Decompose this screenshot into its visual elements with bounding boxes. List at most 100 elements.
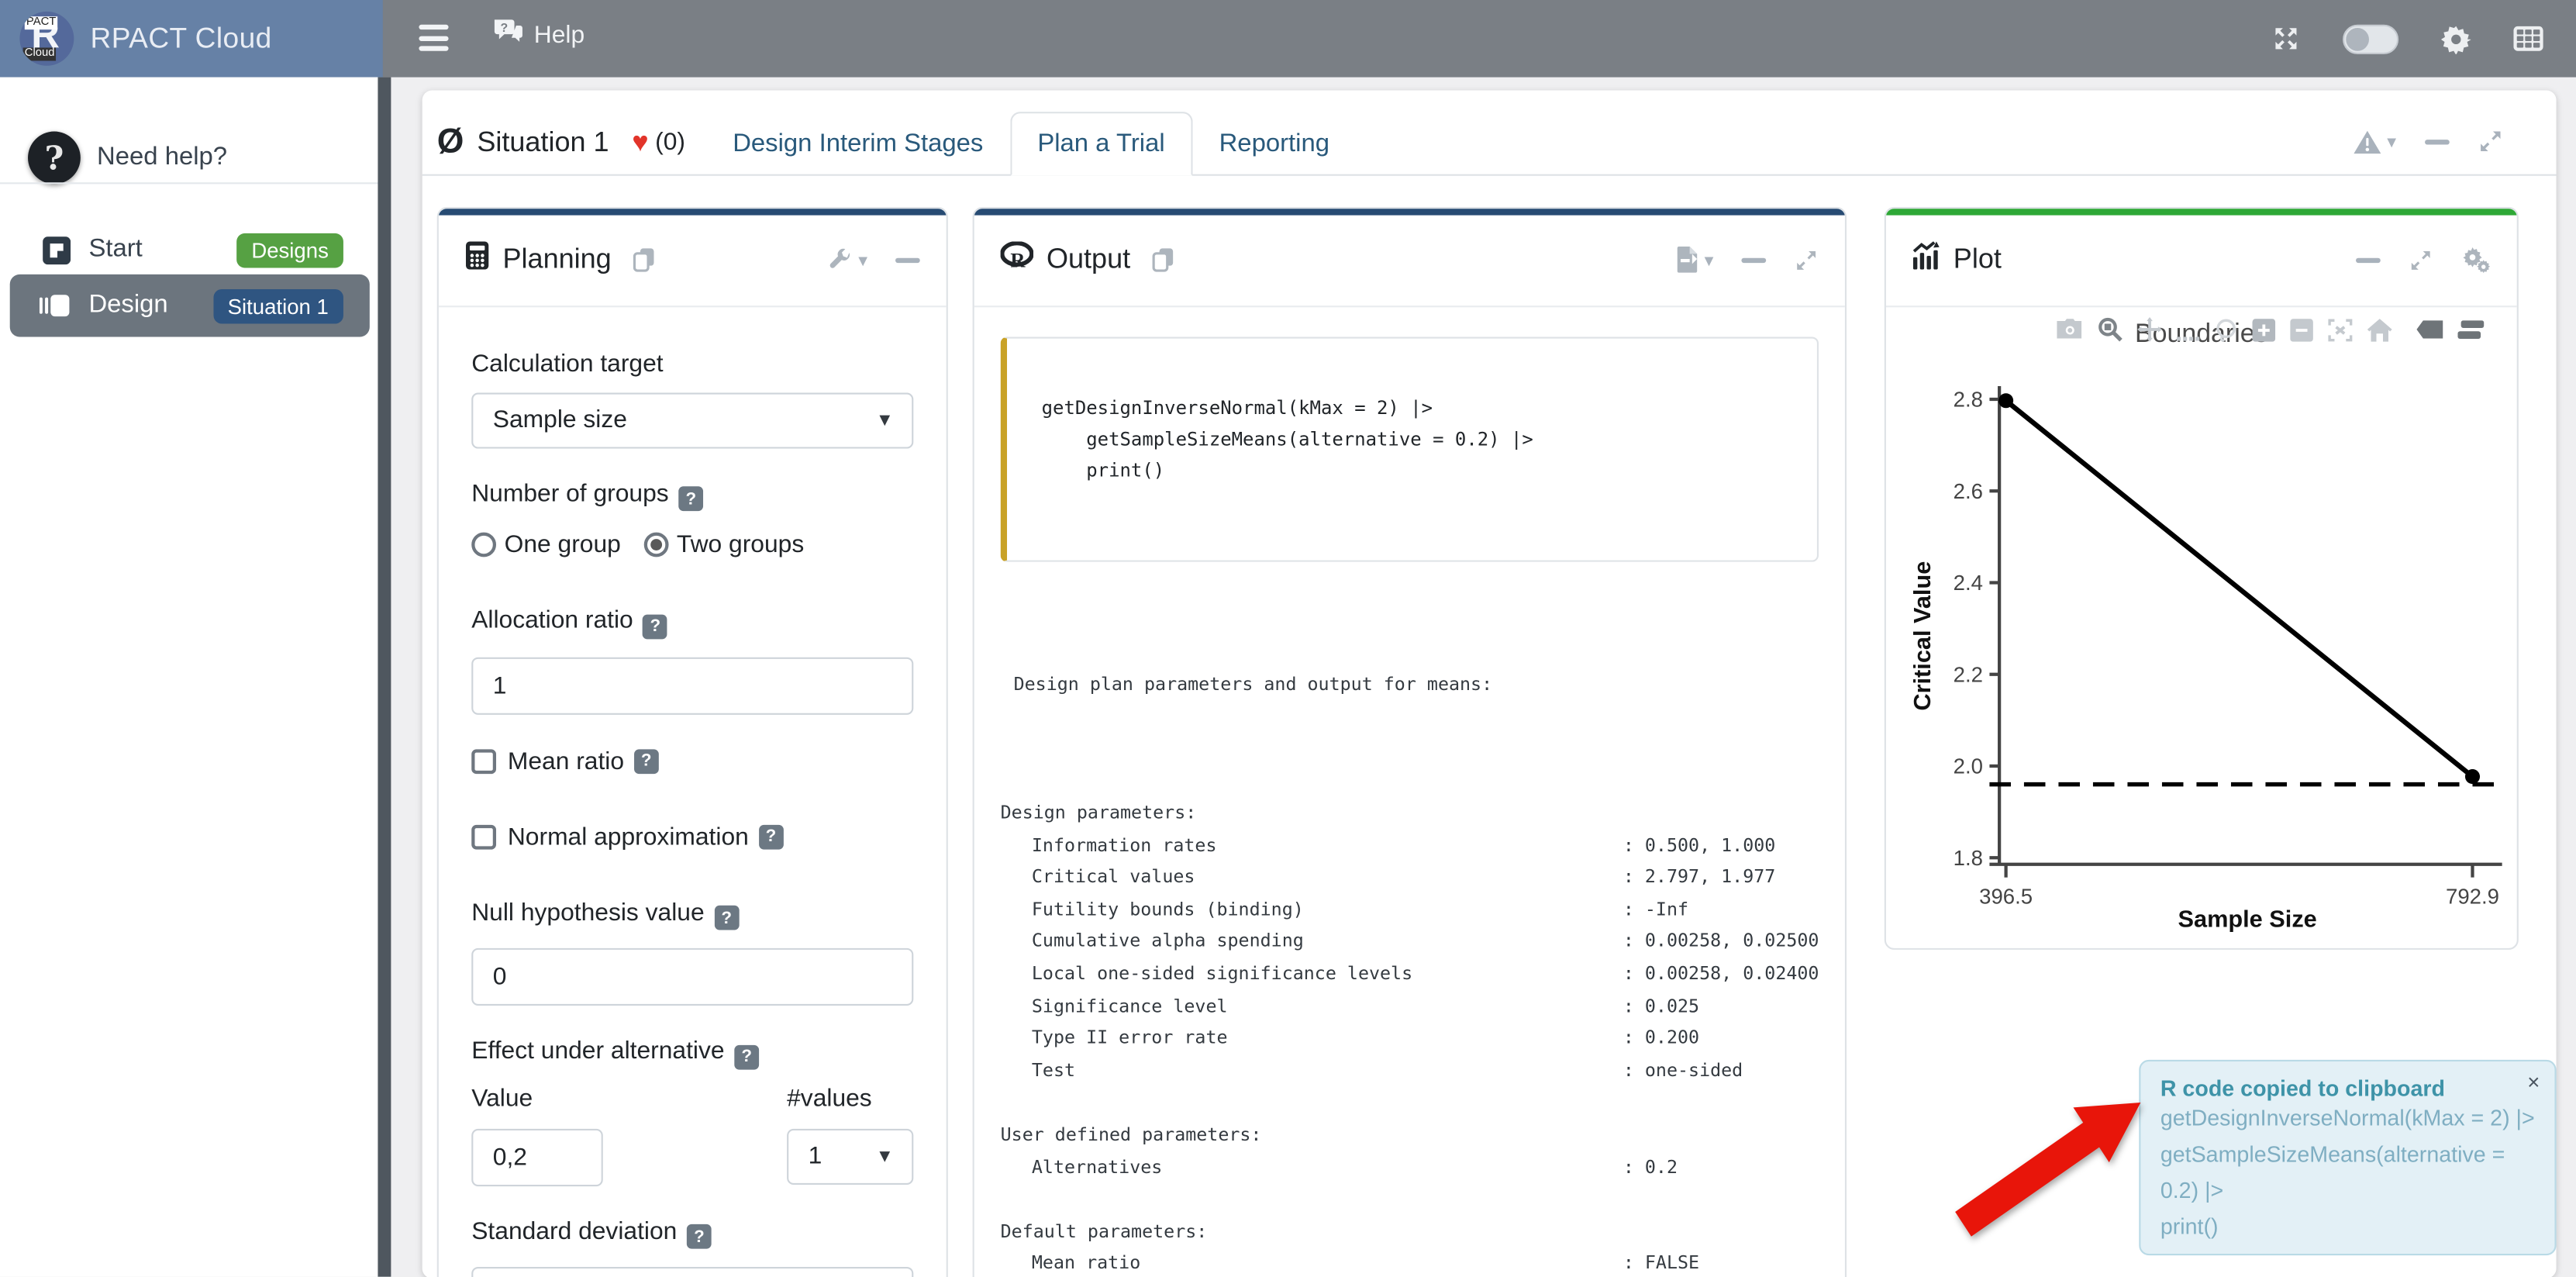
box-select-icon[interactable] bbox=[2177, 318, 2200, 341]
null-hypothesis-input[interactable] bbox=[471, 948, 913, 1006]
panel-title: Output bbox=[1047, 243, 1130, 276]
num-values-select[interactable]: 1 ▼ bbox=[787, 1128, 913, 1184]
radio-two-groups-label: Two groups bbox=[677, 531, 804, 559]
effect-under-alternative-label: Effect under alternative bbox=[471, 1037, 724, 1065]
mean-ratio-checkbox[interactable] bbox=[471, 748, 496, 773]
workspace-actions: ▾ bbox=[2353, 128, 2503, 154]
zoom-in-icon[interactable] bbox=[2253, 318, 2276, 341]
pan-icon[interactable] bbox=[2137, 317, 2162, 342]
toast-line: 0.2) |> bbox=[2160, 1173, 2535, 1210]
planning-header: Planning ▾ bbox=[439, 215, 947, 307]
output-section-title: User defined parameters: bbox=[1001, 1119, 1819, 1151]
tab-plan-a-trial[interactable]: Plan a Trial bbox=[1009, 112, 1192, 176]
num-values-label: #values bbox=[787, 1084, 913, 1112]
design-icon bbox=[40, 292, 71, 319]
empty-set-icon: Ø bbox=[437, 125, 464, 160]
fullscreen-arrows-icon[interactable] bbox=[2272, 25, 2300, 53]
designs-badge: Designs bbox=[236, 233, 343, 267]
autoscale-icon[interactable] bbox=[2328, 318, 2353, 341]
tab-reporting[interactable]: Reporting bbox=[1193, 112, 1356, 176]
allocation-ratio-input[interactable] bbox=[471, 657, 913, 714]
help-badge-icon[interactable]: ? bbox=[687, 1224, 712, 1249]
sidebar-scrollbar[interactable] bbox=[378, 78, 391, 1277]
close-icon[interactable]: × bbox=[2527, 1070, 2540, 1095]
expand-workspace-button[interactable] bbox=[2477, 128, 2503, 154]
svg-text:2.8: 2.8 bbox=[1954, 388, 1983, 412]
home-icon[interactable] bbox=[2367, 318, 2392, 341]
output-body: getDesignInverseNormal(kMax = 2) |> getS… bbox=[974, 306, 1845, 1277]
help-badge-icon[interactable]: ? bbox=[643, 614, 667, 639]
expand-output-button[interactable] bbox=[1794, 247, 1819, 272]
help-badge-icon[interactable]: ? bbox=[759, 824, 784, 849]
output-section-title: Design parameters: bbox=[1001, 797, 1819, 830]
collapse-planning-button[interactable] bbox=[895, 257, 920, 262]
tools-wrench-dropdown[interactable]: ▾ bbox=[829, 247, 867, 272]
standard-deviation-input[interactable] bbox=[471, 1267, 913, 1277]
planning-accent bbox=[439, 209, 947, 214]
null-hypothesis-label: Null hypothesis value bbox=[471, 898, 704, 926]
output-row: Cumulative alpha spending: 0.00258, 0.02… bbox=[1001, 926, 1819, 958]
settings-gear-icon[interactable] bbox=[2441, 24, 2471, 53]
sidebar-item-start[interactable]: Start Designs bbox=[10, 219, 370, 281]
r-output-text: Design plan parameters and output for me… bbox=[1001, 604, 1819, 1277]
help-button[interactable]: ? Help bbox=[493, 18, 585, 50]
copy-icon[interactable] bbox=[631, 247, 657, 273]
toast-code-lines: getDesignInverseNormal(kMax = 2) |>getSa… bbox=[2160, 1101, 2535, 1245]
boundaries-tag-toggle-icon[interactable] bbox=[2416, 320, 2443, 338]
tab-bar: Design Interim Stages Plan a Trial Repor… bbox=[706, 112, 1356, 176]
output-accent bbox=[974, 209, 1845, 214]
zoom-icon[interactable] bbox=[2098, 317, 2123, 342]
collapse-plot-button[interactable] bbox=[2356, 257, 2381, 262]
lines-toggle-icon[interactable] bbox=[2457, 319, 2484, 339]
code-line: getSampleSizeMeans(alternative = 0.2) |> bbox=[1042, 423, 1801, 454]
radio-one-group-label: One group bbox=[505, 531, 621, 559]
sidebar-item-label: Start bbox=[88, 235, 142, 264]
zoom-out-icon[interactable] bbox=[2290, 318, 2313, 341]
favorites-count: (0) bbox=[655, 128, 685, 156]
radio-two-groups[interactable] bbox=[644, 533, 669, 557]
planning-panel: Planning ▾ Calculation target Sample siz… bbox=[437, 207, 948, 1277]
plot-header: Plot bbox=[1886, 215, 2517, 307]
effect-value-input[interactable] bbox=[471, 1128, 603, 1186]
help-badge-icon[interactable]: ? bbox=[634, 748, 659, 773]
lasso-icon[interactable] bbox=[2215, 318, 2238, 341]
collapse-workspace-button[interactable] bbox=[2424, 139, 2449, 143]
favorite-heart-icon[interactable]: ♥ bbox=[632, 126, 648, 158]
output-sections: Design parameters:Information rates: 0.5… bbox=[1001, 797, 1819, 1277]
sidebar-item-design[interactable]: Design Situation 1 bbox=[10, 274, 370, 337]
panel-title: Planning bbox=[502, 243, 611, 276]
hamburger-menu-icon[interactable] bbox=[419, 25, 448, 51]
copy-icon[interactable] bbox=[1150, 247, 1177, 273]
panel-title: Plot bbox=[1954, 243, 2002, 276]
plot-panel: Plot Boundaries bbox=[1885, 207, 2519, 950]
situation-header: Ø Situation 1 ♥ (0) bbox=[437, 125, 685, 160]
svg-text:792.9: 792.9 bbox=[2446, 885, 2499, 909]
toast-line: print() bbox=[2160, 1210, 2535, 1246]
output-row: Local one-sided significance levels: 0.0… bbox=[1001, 958, 1819, 991]
topbar-icons bbox=[2272, 0, 2576, 78]
camera-icon[interactable] bbox=[2057, 319, 2083, 340]
code-line: getDesignInverseNormal(kMax = 2) |> bbox=[1042, 392, 1801, 423]
brand-header: R PACT Cloud RPACT Cloud bbox=[0, 0, 383, 78]
help-badge-icon[interactable]: ? bbox=[734, 1044, 759, 1069]
plot-settings-gears-icon[interactable] bbox=[2461, 247, 2491, 273]
plot-accent bbox=[1886, 209, 2517, 214]
normal-approximation-checkbox[interactable] bbox=[471, 824, 496, 849]
warnings-dropdown-button[interactable]: ▾ bbox=[2353, 129, 2396, 154]
export-file-dropdown[interactable]: ▾ bbox=[1677, 247, 1714, 273]
grid-apps-icon[interactable] bbox=[2513, 26, 2543, 51]
help-badge-icon[interactable]: ? bbox=[714, 906, 739, 930]
calculation-target-select[interactable]: Sample size ▼ bbox=[471, 392, 913, 447]
standard-deviation-label: Standard deviation bbox=[471, 1217, 677, 1244]
radio-one-group[interactable] bbox=[471, 533, 496, 557]
expand-plot-button[interactable] bbox=[2409, 247, 2433, 272]
collapse-output-button[interactable] bbox=[1741, 257, 1766, 262]
sidebar-item-label: Design bbox=[88, 291, 167, 320]
num-values-value: 1 bbox=[809, 1142, 822, 1170]
r-logo-icon: R bbox=[1001, 242, 1033, 278]
svg-text:2.0: 2.0 bbox=[1954, 754, 1983, 778]
sidebar-need-help[interactable]: ? Need help? bbox=[0, 104, 378, 212]
tab-design-interim-stages[interactable]: Design Interim Stages bbox=[706, 112, 1009, 176]
help-badge-icon[interactable]: ? bbox=[678, 486, 703, 511]
dark-mode-toggle[interactable] bbox=[2343, 24, 2398, 53]
